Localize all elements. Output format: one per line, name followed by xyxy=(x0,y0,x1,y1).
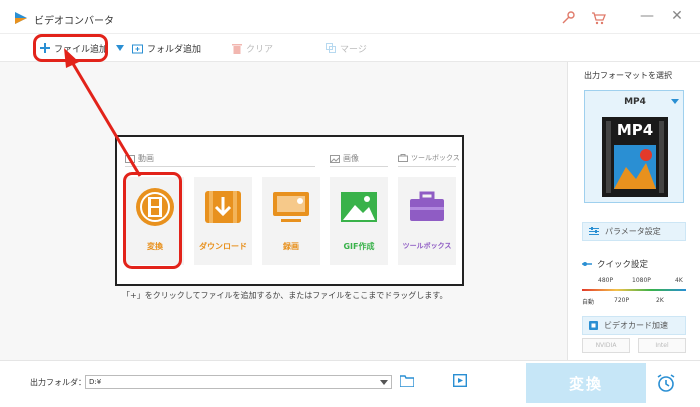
bottom-bar: 出力フォルダ： D:¥ 変換 xyxy=(0,360,700,407)
chip-icon xyxy=(589,321,598,330)
alarm-clock-icon[interactable] xyxy=(656,373,676,393)
output-folder-label: 出力フォルダ： xyxy=(30,378,86,387)
open-folder-icon[interactable] xyxy=(400,375,414,387)
format-dropdown-icon[interactable] xyxy=(671,99,679,104)
quick-settings-icon xyxy=(582,262,592,266)
output-preview-icon[interactable] xyxy=(453,374,467,387)
nvidia-toggle[interactable]: NVIDIA xyxy=(582,338,630,353)
output-folder-path: D:¥ xyxy=(89,378,102,386)
output-sidebar: 出力フォーマットを選択 MP4 MP4 パラメータ設定 クイック設定 480P … xyxy=(567,62,700,360)
output-folder-select[interactable]: D:¥ xyxy=(85,375,392,389)
sliders-icon xyxy=(589,227,599,235)
intel-toggle[interactable]: Intel xyxy=(638,338,686,353)
output-format-title: 出力フォーマットを選択 xyxy=(584,71,672,80)
format-name: MP4 xyxy=(624,97,646,107)
parameter-settings-label: パラメータ設定 xyxy=(605,227,661,236)
drop-hint: 「+」をクリックしてファイルを追加するか、またはファイルをここまでドラッグします… xyxy=(122,291,448,300)
quality-auto[interactable]: 自動 xyxy=(582,297,594,306)
quality-2k[interactable]: 2K xyxy=(656,297,664,304)
convert-button[interactable]: 変換 xyxy=(526,363,646,403)
gpu-acceleration-label: ビデオカード加速 xyxy=(604,321,668,330)
mp4-badge-text: MP4 xyxy=(616,121,654,139)
quality-1080p[interactable]: 1080P xyxy=(632,277,651,284)
nvidia-label: NVIDIA xyxy=(595,342,617,349)
parameter-settings-button[interactable]: パラメータ設定 xyxy=(582,222,686,241)
quality-4k[interactable]: 4K xyxy=(675,277,683,284)
output-folder-dropdown-icon[interactable] xyxy=(380,380,388,385)
gpu-acceleration-button[interactable]: ビデオカード加速 xyxy=(582,316,686,335)
quick-settings-label: クイック設定 xyxy=(597,260,649,270)
quality-slider[interactable] xyxy=(582,289,686,291)
quality-480p[interactable]: 480P xyxy=(598,277,613,284)
intel-label: Intel xyxy=(655,342,669,349)
format-selector[interactable]: MP4 MP4 xyxy=(584,90,684,203)
quality-720p[interactable]: 720P xyxy=(614,297,629,304)
quick-settings-title: クイック設定 xyxy=(582,258,648,270)
